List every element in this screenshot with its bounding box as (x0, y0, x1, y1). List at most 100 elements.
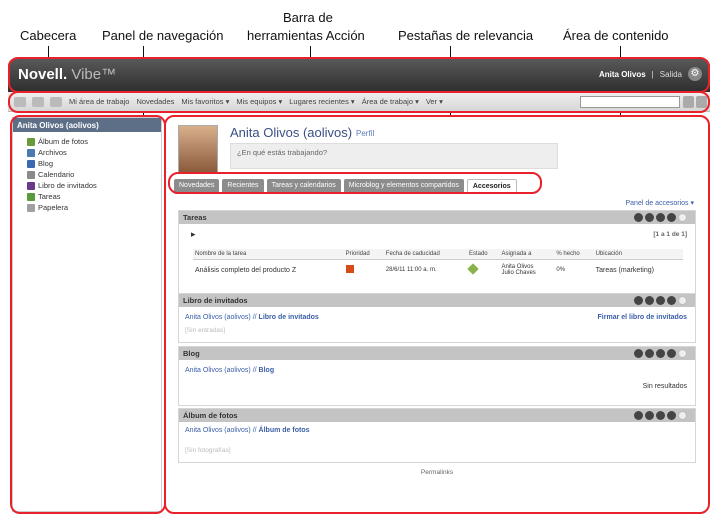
callout-pestanas: Pestañas de relevancia (398, 28, 534, 43)
owner-link[interactable]: Anita Olivos (aolivos) // (185, 367, 257, 374)
user-name-link[interactable]: Anita Olivos (599, 70, 646, 79)
column-header[interactable]: Fecha de caducidad (383, 249, 467, 260)
profile-name[interactable]: Anita Olivos (aolivos) (230, 125, 352, 140)
tab-microblog[interactable]: Microblog y elementos compartidos (343, 179, 464, 194)
column-header[interactable]: Estado (466, 249, 500, 260)
close-icon[interactable] (667, 349, 676, 358)
sidebar-item-archivos[interactable]: Archivos (13, 147, 161, 158)
toolbar-workspace[interactable]: Área de trabajo ▾ (362, 97, 419, 106)
toolbar-recent-places[interactable]: Lugares recientes ▾ (289, 97, 354, 106)
photo-album-section: Álbum de fotos Anita Olivos (aolivos) //… (178, 408, 696, 463)
settings-icon[interactable] (656, 349, 665, 358)
callout-barra-1: Barra de (283, 10, 333, 25)
move-icon[interactable] (645, 411, 654, 420)
move-icon[interactable] (634, 296, 643, 305)
search-input[interactable] (580, 96, 680, 108)
guestbook-link[interactable]: Libro de invitados (259, 314, 319, 321)
section-title: Álbum de fotos (183, 411, 238, 420)
column-header[interactable]: Prioridad (343, 249, 384, 260)
percent-done: 0% (556, 267, 566, 273)
album-link[interactable]: Álbum de fotos (259, 427, 310, 434)
close-icon[interactable] (667, 411, 676, 420)
upload-icon[interactable] (32, 96, 44, 107)
navigation-panel: Anita Olivos (aolivos) Álbum de fotos Ar… (12, 117, 162, 512)
brand-logo[interactable]: Novell. Vibe™ (18, 66, 116, 83)
sidebar-item-libro[interactable]: Libro de invitados (13, 180, 161, 191)
sign-guestbook-link[interactable]: Firmar el libro de invitados (598, 314, 687, 321)
toolbar-teams[interactable]: Mis equipos ▾ (236, 97, 282, 106)
blog-icon (27, 159, 35, 168)
column-header[interactable]: Nombre de la tarea (193, 249, 344, 260)
column-header[interactable]: Ubicación (593, 249, 683, 260)
close-icon[interactable] (667, 296, 676, 305)
status-icon (467, 263, 479, 275)
back-icon[interactable] (14, 96, 26, 107)
tasks-section: Tareas [1 a 1 de 1] ▸ Nombre de la tarea… (178, 210, 696, 296)
advanced-search-icon[interactable] (696, 96, 707, 108)
tab-accesorios[interactable]: Accesorios (466, 179, 517, 194)
expand-icon[interactable]: ▸ (191, 229, 196, 240)
callout-barra-2: herramientas Acción (247, 28, 365, 43)
move-icon[interactable] (645, 349, 654, 358)
search-icon[interactable] (683, 96, 694, 108)
collapse-icon[interactable] (678, 213, 687, 222)
gear-icon[interactable]: ⚙ (688, 67, 702, 81)
callout-area: Área de contenido (563, 28, 669, 43)
collapse-icon[interactable] (678, 349, 687, 358)
callout-panel: Panel de navegación (102, 28, 224, 43)
section-title: Libro de invitados (183, 296, 248, 305)
collapse-icon[interactable] (678, 411, 687, 420)
toolbar-news[interactable]: Novedades (136, 97, 174, 106)
separator: | (651, 70, 654, 79)
trash-icon (27, 203, 35, 212)
priority-icon (345, 265, 354, 273)
collapse-icon[interactable] (678, 296, 687, 305)
avatar[interactable] (178, 125, 218, 173)
owner-link[interactable]: Anita Olivos (aolivos) // (185, 427, 257, 434)
relevance-tabs: Novedades Recientes Tareas y calendarios… (174, 179, 517, 194)
profile-link[interactable]: Perfil (356, 129, 374, 138)
sidebar-item-calendario[interactable]: Calendario (13, 169, 161, 180)
toolbar-view[interactable]: Ver ▾ (426, 97, 443, 106)
move-icon[interactable] (634, 213, 643, 222)
sidebar-title[interactable]: Anita Olivos (aolivos) (13, 118, 161, 132)
permalink-link[interactable]: Permalinks (166, 469, 708, 476)
blog-link[interactable]: Blog (259, 367, 275, 374)
table-row[interactable]: Análisis completo del producto Z 28/6/11… (193, 260, 683, 281)
paging-text: [1 a 1 de 1] (653, 231, 687, 238)
move-icon[interactable] (634, 349, 643, 358)
tab-recientes[interactable]: Recientes (222, 179, 264, 194)
settings-icon[interactable] (656, 296, 665, 305)
location-link[interactable]: Tareas (marketing) (594, 260, 683, 281)
settings-icon[interactable] (656, 411, 665, 420)
move-icon[interactable] (645, 296, 654, 305)
photo-album-icon (27, 137, 35, 146)
task-name-link[interactable]: Análisis completo del producto Z (193, 260, 344, 281)
guestbook-icon (27, 181, 35, 190)
blog-section: Blog Anita Olivos (aolivos) // Blog Sin … (178, 346, 696, 406)
tab-tareas-calendarios[interactable]: Tareas y calendarios (266, 179, 341, 194)
sidebar-item-blog[interactable]: Blog (13, 158, 161, 169)
settings-icon[interactable] (656, 213, 665, 222)
assignee[interactable]: Julio Chaves (501, 270, 552, 276)
logout-link[interactable]: Salida (660, 70, 682, 79)
status-input[interactable]: ¿En qué estás trabajando? (230, 143, 558, 169)
sidebar-item-album[interactable]: Álbum de fotos (13, 136, 161, 147)
column-header[interactable]: Asignada a (499, 249, 555, 260)
guestbook-section: Libro de invitados Anita Olivos (aolivos… (178, 293, 696, 343)
tab-novedades[interactable]: Novedades (174, 179, 220, 194)
move-icon[interactable] (634, 411, 643, 420)
move-icon[interactable] (645, 213, 654, 222)
sidebar-item-papelera[interactable]: Papelera (13, 202, 161, 213)
calendar-icon (27, 170, 35, 179)
files-icon (27, 148, 35, 157)
action-toolbar: Mi área de trabajo Novedades Mis favorit… (8, 92, 710, 112)
toolbar-my-workspace[interactable]: Mi área de trabajo (69, 97, 129, 106)
sidebar-item-tareas[interactable]: Tareas (13, 191, 161, 202)
doc-icon[interactable] (50, 96, 62, 107)
owner-link[interactable]: Anita Olivos (aolivos) // (185, 314, 257, 321)
column-header[interactable]: % hecho (554, 249, 594, 260)
accessory-panel-menu[interactable]: Panel de accesorios ▾ (626, 199, 695, 207)
close-icon[interactable] (667, 213, 676, 222)
toolbar-favorites[interactable]: Mis favoritos ▾ (181, 97, 229, 106)
